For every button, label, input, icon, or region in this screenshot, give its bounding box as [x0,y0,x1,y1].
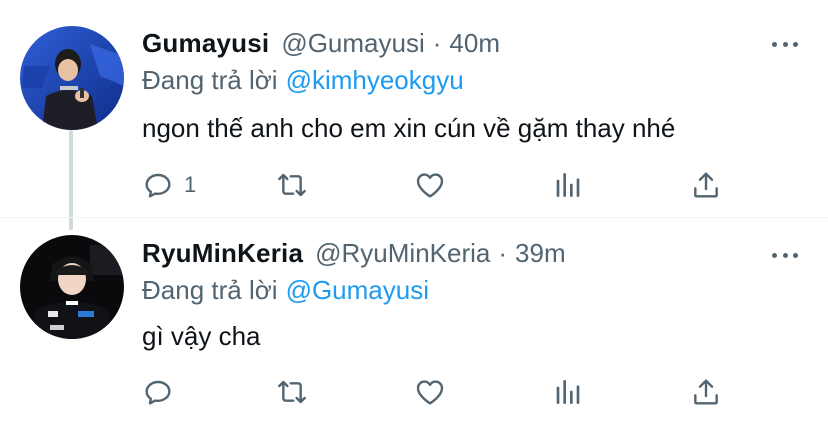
timestamp[interactable]: 39m [515,238,566,269]
stats-button[interactable] [552,168,584,202]
tweet-text: gì vậy cha [142,321,261,351]
like-icon [416,380,444,405]
replying-to: Đang trả lời @kimhyeokgyu [142,65,464,96]
more-icon[interactable] [772,40,798,48]
stats-icon [556,380,580,404]
avatar[interactable] [20,26,124,130]
stats-button[interactable] [552,375,584,409]
reply-button[interactable] [142,375,184,409]
like-button[interactable] [414,168,446,202]
avatar[interactable] [20,235,124,339]
more-icon[interactable] [772,251,798,259]
replying-to-label: Đang trả lời [142,275,278,305]
tweet[interactable]: Gumayusi @Gumayusi · 40m Đang trả lời @ki… [0,0,828,218]
action-bar: 1 [142,168,742,202]
retweet-icon [278,173,306,197]
reply-icon [145,380,171,405]
action-bar [142,375,742,409]
separator-dot: · [498,238,508,268]
separator-dot: · [432,28,442,58]
author-name[interactable]: RyuMinKeria [142,238,303,269]
timestamp[interactable]: 40m [449,28,500,59]
like-icon [416,173,444,198]
mention-link[interactable]: @kimhyeokgyu [286,65,464,95]
author-name[interactable]: Gumayusi [142,28,269,59]
mention-link[interactable]: @Gumayusi [286,275,429,305]
retweet-icon [278,380,306,404]
replying-to-label: Đang trả lời [142,65,278,95]
author-handle[interactable]: @Gumayusi [281,28,424,59]
share-icon [694,172,718,198]
retweet-button[interactable] [276,168,308,202]
tweet[interactable]: RyuMinKeria @RyuMinKeria · 39m Đang trả … [0,218,828,423]
share-icon [694,379,718,405]
author-handle[interactable]: @RyuMinKeria [315,238,490,269]
reply-button[interactable]: 1 [142,168,196,202]
stats-icon [556,173,580,197]
replying-to: Đang trả lời @Gumayusi [142,275,429,306]
tweet-text: ngon thế anh cho em xin cún về gặm thay … [142,113,676,143]
like-button[interactable] [414,375,446,409]
retweet-button[interactable] [276,375,308,409]
share-button[interactable] [690,375,722,409]
reply-icon [145,173,171,198]
share-button[interactable] [690,168,722,202]
reply-count: 1 [184,172,197,197]
tweet-header: Gumayusi @Gumayusi · 40m [142,28,500,62]
tweet-header: RyuMinKeria @RyuMinKeria · 39m [142,238,566,272]
